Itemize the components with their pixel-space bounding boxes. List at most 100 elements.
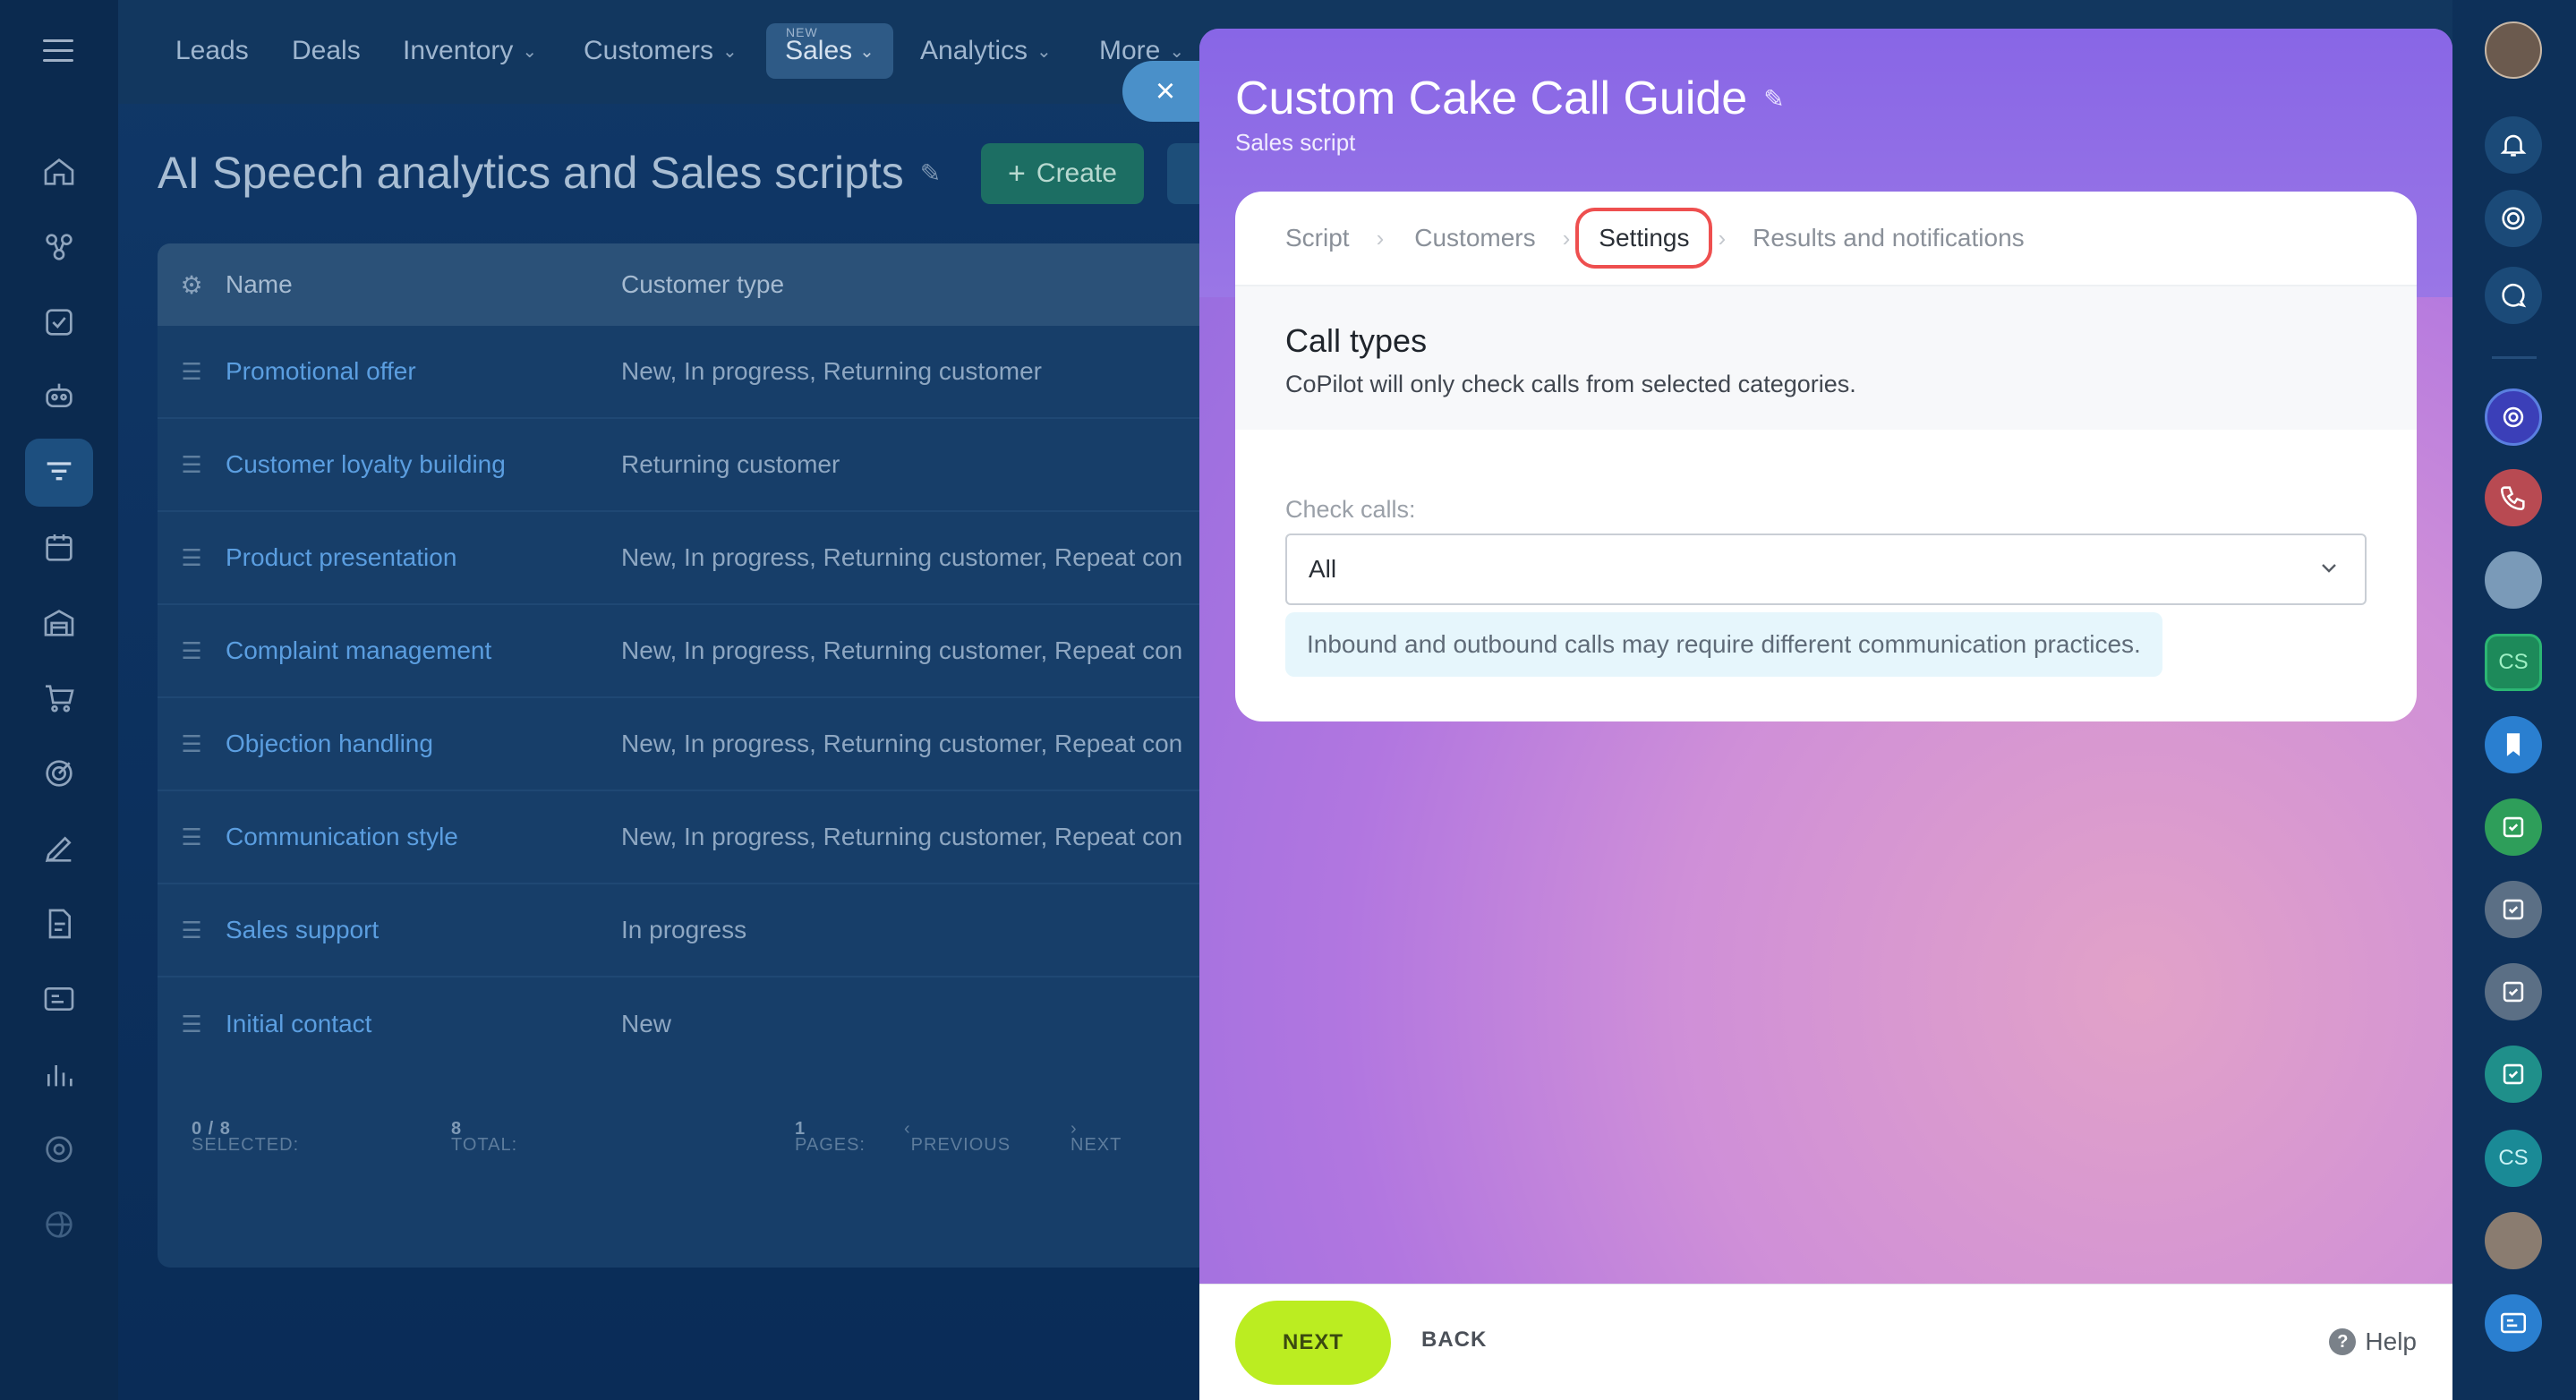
row-name-link[interactable]: Sales support (226, 916, 621, 944)
row-name-link[interactable]: Product presentation (226, 543, 621, 572)
check-calls-select[interactable]: All (1285, 534, 2367, 605)
crm-icon[interactable] (36, 224, 82, 270)
row-name-link[interactable]: Initial contact (226, 1010, 621, 1038)
next-page-link[interactable]: NEXT › (1070, 1119, 1121, 1155)
globe-icon[interactable] (36, 1201, 82, 1248)
table-row[interactable]: ☰ Initial contact New (158, 977, 1321, 1071)
support-icon[interactable] (36, 1126, 82, 1173)
topnav-analytics[interactable]: Analytics ⌄ (920, 36, 1052, 66)
step-results-notifications[interactable]: Results and notifications (1753, 224, 2025, 252)
bell-icon[interactable] (2485, 116, 2542, 174)
drag-handle-icon[interactable]: ☰ (158, 451, 226, 479)
gear-icon[interactable]: ⚙ (158, 270, 226, 300)
step-settings[interactable]: Settings (1575, 208, 1713, 269)
bookmark-icon[interactable] (2485, 716, 2542, 773)
previous-page-link[interactable]: ‹ PREVIOUS (904, 1119, 1010, 1155)
create-button[interactable]: + Create (981, 143, 1144, 204)
step-customers[interactable]: Customers (1414, 224, 1535, 252)
wizard-steps: Script › Customers › Settings › Results … (1235, 192, 2417, 286)
table-row[interactable]: ☰ Promotional offer New, In progress, Retu… (158, 326, 1321, 419)
table-row[interactable]: ☰ Customer loyalty building Returning cust… (158, 419, 1321, 512)
phone-icon[interactable] (2485, 469, 2542, 526)
drag-handle-icon[interactable]: ☰ (158, 544, 226, 572)
chevron-down-icon: ⌄ (859, 41, 874, 62)
row-name-link[interactable]: Complaint management (226, 636, 621, 665)
call-types-section: Call types CoPilot will only check calls… (1235, 286, 2417, 430)
column-header-customer-type[interactable]: Customer type (621, 270, 784, 299)
sidebar-divider (2492, 356, 2537, 359)
pin-icon[interactable]: ✎ (920, 158, 941, 188)
chevron-right-icon: › (1718, 224, 1727, 252)
table-row[interactable]: ☰ Sales support In progress (158, 884, 1321, 977)
table-row[interactable]: ☰ Complaint management New, In progress, R… (158, 605, 1321, 698)
home-icon[interactable] (36, 149, 82, 195)
topnav-leads[interactable]: Leads (175, 36, 249, 66)
menu-icon[interactable] (43, 39, 73, 63)
total-count: TOTAL: 8 (451, 1119, 518, 1155)
drag-handle-icon[interactable]: ☰ (158, 730, 226, 758)
column-header-name[interactable]: Name (226, 270, 621, 299)
drag-handle-icon[interactable]: ☰ (158, 1011, 226, 1038)
scripts-table: ⚙ Name Customer type ☰ Promotional offer N… (158, 243, 1321, 1268)
task-check-icon[interactable] (2485, 963, 2542, 1020)
robot-icon[interactable] (36, 372, 82, 419)
next-button[interactable]: NEXT (1235, 1301, 1391, 1385)
task-check-icon[interactable] (2485, 1046, 2542, 1103)
user-photo-avatar[interactable] (2485, 1212, 2542, 1269)
group-avatar[interactable] (2485, 551, 2542, 609)
warehouse-icon[interactable] (36, 600, 82, 646)
tasks-icon[interactable] (36, 299, 82, 346)
drag-handle-icon[interactable]: ☰ (158, 917, 226, 944)
chat-search-icon[interactable] (2485, 267, 2542, 324)
topnav-deals[interactable]: Deals (292, 36, 361, 66)
pencil-icon[interactable]: ✎ (1763, 84, 1784, 114)
step-script[interactable]: Script (1285, 224, 1350, 252)
drag-handle-icon[interactable]: ☰ (158, 358, 226, 386)
back-button[interactable]: BACK (1421, 1327, 1487, 1353)
contact-card-icon[interactable] (36, 976, 82, 1022)
target-icon[interactable] (36, 750, 82, 797)
task-check-icon[interactable] (2485, 798, 2542, 856)
calendar-icon[interactable] (36, 525, 82, 571)
row-customer-type: New, In progress, Returning customer, Re… (621, 823, 1183, 850)
chevron-down-icon: ⌄ (1036, 41, 1052, 62)
table-row[interactable]: ☰ Objection handling New, In progress, Ret… (158, 698, 1321, 791)
chevron-down-icon: ⌄ (1169, 41, 1185, 62)
user-avatar[interactable] (2485, 21, 2542, 79)
row-name-link[interactable]: Communication style (226, 823, 621, 851)
row-name-link[interactable]: Promotional offer (226, 357, 621, 386)
drag-handle-icon[interactable]: ☰ (158, 637, 226, 665)
section-title: Call types (1285, 322, 1428, 359)
row-name-link[interactable]: Objection handling (226, 730, 621, 758)
chevron-down-icon: ⌄ (522, 41, 538, 62)
row-customer-type: New, In progress, Returning customer (621, 357, 1042, 385)
close-slider-button[interactable]: × (1122, 61, 1208, 122)
row-name-link[interactable]: Customer loyalty building (226, 450, 621, 479)
pages-count: PAGES: 1 (795, 1119, 866, 1155)
sales-script-slider: Custom Cake Call Guide ✎ Sales script Sc… (1199, 29, 2452, 1400)
cs-group-avatar[interactable]: CS (2485, 634, 2542, 691)
cs-avatar[interactable]: CS (2485, 1130, 2542, 1187)
slider-title: Custom Cake Call Guide ✎ (1235, 73, 1785, 124)
analytics-icon[interactable] (36, 1051, 82, 1097)
copilot-chat-icon[interactable] (2485, 388, 2542, 446)
chevron-right-icon: › (1562, 224, 1571, 252)
row-customer-type: New, In progress, Returning customer, Re… (621, 730, 1183, 757)
task-check-icon[interactable] (2485, 881, 2542, 938)
table-row[interactable]: ☰ Communication style New, In progress, Re… (158, 791, 1321, 884)
document-icon[interactable] (36, 901, 82, 947)
table-header: ⚙ Name Customer type (158, 243, 1321, 326)
row-customer-type: New, In progress, Returning customer, Re… (621, 636, 1183, 664)
sign-icon[interactable] (36, 825, 82, 872)
help-link[interactable]: ? Help (2329, 1327, 2417, 1356)
check-calls-label: Check calls: (1285, 496, 1416, 523)
sales-funnel-icon[interactable] (25, 439, 93, 507)
copilot-icon[interactable] (2485, 190, 2542, 247)
topnav-inventory[interactable]: Inventory ⌄ (403, 36, 537, 66)
topnav-customers[interactable]: Customers ⌄ (584, 36, 738, 66)
table-row[interactable]: ☰ Product presentation New, In progress, R… (158, 512, 1321, 605)
topnav-sales[interactable]: NEW Sales ⌄ (766, 23, 893, 79)
contact-card-icon[interactable] (2485, 1294, 2542, 1352)
cart-icon[interactable] (36, 675, 82, 721)
drag-handle-icon[interactable]: ☰ (158, 824, 226, 851)
